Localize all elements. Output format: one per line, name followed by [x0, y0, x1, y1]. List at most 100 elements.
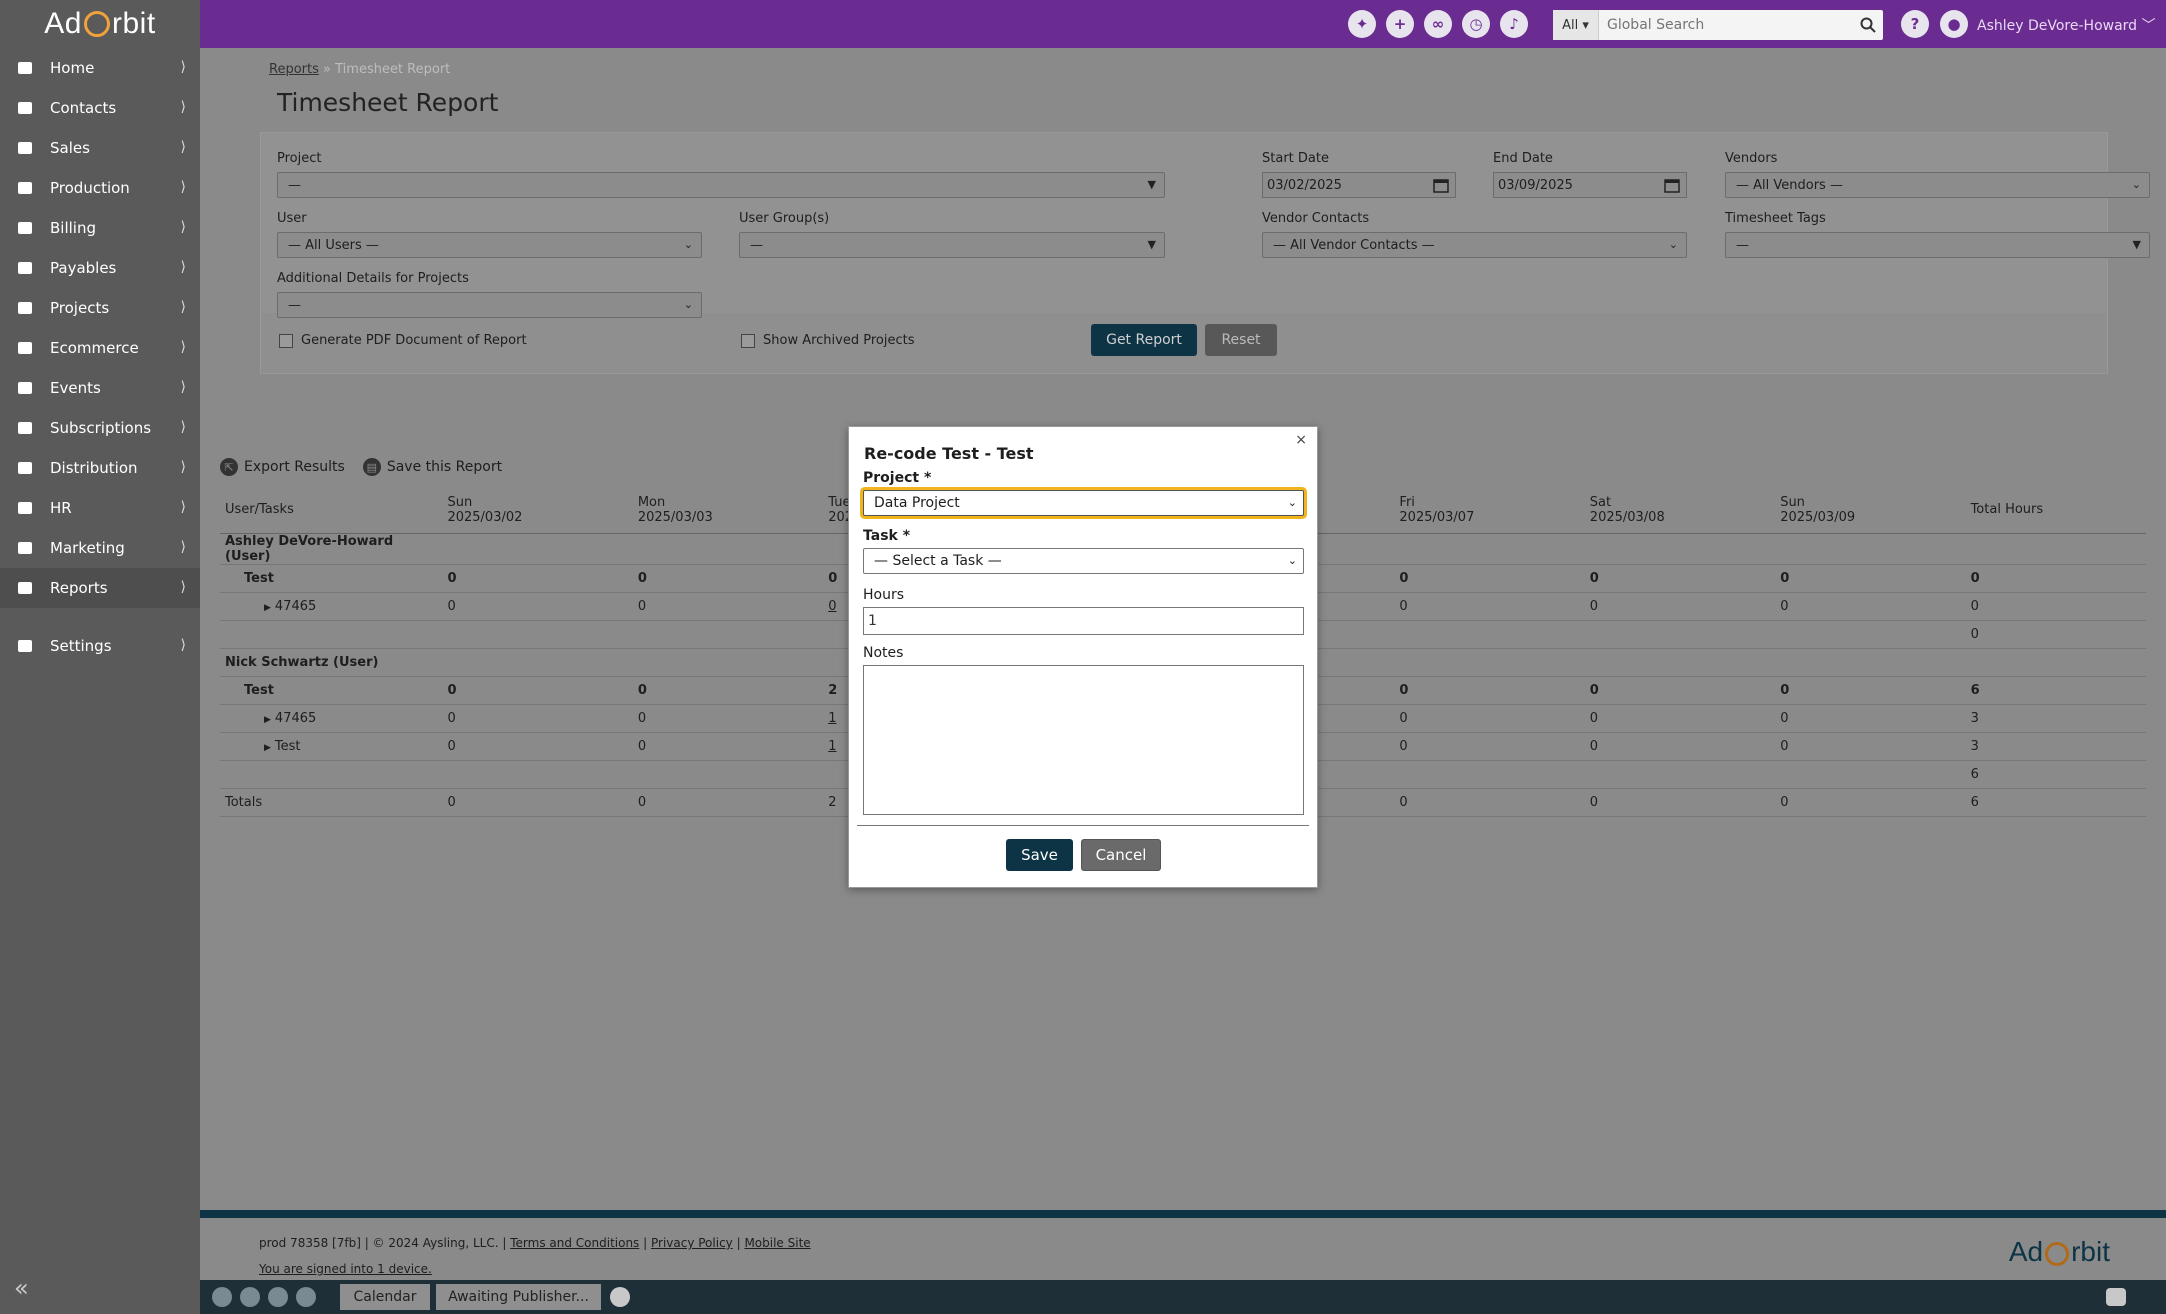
sidebar-item-projects[interactable]: Projects ⟩: [0, 288, 200, 328]
sidebar-item-billing[interactable]: Billing ⟩: [0, 208, 200, 248]
expand-triangle-icon[interactable]: ▶: [264, 603, 271, 613]
pencil-icon[interactable]: [610, 1287, 630, 1307]
modal-project-select[interactable]: Data Project ⌄: [863, 490, 1304, 516]
timesheet-tags-field: Timesheet Tags — ▼: [1725, 211, 2150, 258]
adorbit-logo[interactable]: Ad rbit: [0, 0, 200, 48]
sidebar-item-home[interactable]: Home ⟩: [0, 48, 200, 88]
search-icon[interactable]: [1853, 10, 1883, 40]
save-button[interactable]: Save: [1006, 839, 1073, 871]
footer-build: prod 78358 [7fb] | © 2024 Aysling, LLC. …: [259, 1236, 507, 1250]
calendar-tab[interactable]: Calendar: [340, 1284, 430, 1310]
signed-in-devices-link[interactable]: You are signed into 1 device.: [259, 1262, 432, 1276]
add-icon[interactable]: +: [1386, 10, 1414, 38]
sidebar-item-ecommerce[interactable]: Ecommerce ⟩: [0, 328, 200, 368]
additional-details-label: Additional Details for Projects: [277, 271, 469, 286]
sidebar-item-label: Projects: [50, 299, 110, 317]
export-results-link[interactable]: ⇱ Export Results: [220, 458, 345, 476]
global-search-input[interactable]: [1599, 10, 1853, 40]
project-select[interactable]: — ▼: [277, 172, 1165, 198]
sidebar-item-subscriptions[interactable]: Subscriptions ⟩: [0, 408, 200, 448]
modal-notes-textarea[interactable]: [863, 665, 1304, 815]
generate-pdf-checkbox[interactable]: Generate PDF Document of Report: [279, 333, 527, 348]
bottom-bar: Calendar Awaiting Publisher...: [200, 1280, 2166, 1314]
show-archived-checkbox[interactable]: Show Archived Projects: [741, 333, 915, 348]
expand-triangle-icon[interactable]: ▶: [264, 743, 271, 753]
additional-details-select[interactable]: — ⌄: [277, 292, 702, 318]
help-icon[interactable]: ?: [1901, 10, 1929, 38]
bell-icon[interactable]: ♪: [1500, 10, 1528, 38]
sidebar-item-marketing[interactable]: Marketing ⟩: [0, 528, 200, 568]
user-menu[interactable]: Ashley DeVore-Howard ﹀: [1977, 15, 2156, 35]
calendar-icon[interactable]: [1664, 178, 1680, 197]
expand-triangle-icon[interactable]: ▶: [264, 715, 271, 725]
sidebar-item-label: Reports: [50, 579, 108, 597]
awaiting-publisher-tab[interactable]: Awaiting Publisher...: [436, 1284, 601, 1310]
sidebar-item-distribution[interactable]: Distribution ⟩: [0, 448, 200, 488]
table-cell: ▶ 47465: [220, 704, 443, 733]
chat-icon[interactable]: [268, 1287, 288, 1307]
project-select-value: —: [288, 177, 301, 193]
celebration-icon[interactable]: ✦: [1348, 10, 1376, 38]
column-date: 2025/03/08: [1589, 509, 1665, 525]
mobile-site-link[interactable]: Mobile Site: [744, 1236, 810, 1250]
table-cell: Ashley DeVore-Howard (User): [220, 533, 443, 565]
dropdown-arrow-icon: ⌄: [1668, 238, 1678, 251]
history-icon[interactable]: ◷: [1462, 10, 1490, 38]
avatar-icon[interactable]: ●: [1940, 10, 1968, 38]
sidebar-item-settings[interactable]: Settings ⟩: [0, 626, 200, 666]
clock-icon[interactable]: [212, 1287, 232, 1307]
terms-link[interactable]: Terms and Conditions: [510, 1236, 639, 1250]
breadcrumb-reports-link[interactable]: Reports: [269, 62, 319, 77]
user-icon[interactable]: [296, 1287, 316, 1307]
table-cell: Totals: [220, 788, 443, 817]
calendar-icon[interactable]: [1433, 178, 1449, 197]
chevron-right-icon: ⟩: [180, 99, 186, 115]
table-cell: 0: [1584, 564, 1776, 593]
vendors-label: Vendors: [1725, 151, 1778, 166]
global-search: All ▾: [1553, 10, 1883, 40]
modal-hours-label: Hours: [863, 587, 905, 603]
user-select[interactable]: — All Users — ⌄: [277, 232, 702, 258]
vendor-contacts-select[interactable]: — All Vendor Contacts — ⌄: [1262, 232, 1687, 258]
chevron-right-icon: ⟩: [180, 179, 186, 195]
privacy-link[interactable]: Privacy Policy: [651, 1236, 733, 1250]
sidebar-item-reports[interactable]: Reports ⟩: [0, 568, 200, 608]
reset-button[interactable]: Reset: [1205, 324, 1277, 356]
checkbox-box[interactable]: [741, 333, 755, 348]
checkbox-box[interactable]: [279, 333, 293, 348]
mail-icon[interactable]: [240, 1287, 260, 1307]
hours-link[interactable]: 1: [828, 711, 836, 726]
search-scope-select[interactable]: All ▾: [1553, 10, 1599, 40]
cancel-button[interactable]: Cancel: [1081, 839, 1161, 871]
sidebar-item-hr[interactable]: HR ⟩: [0, 488, 200, 528]
modal-task-select[interactable]: — Select a Task — ⌄: [863, 548, 1304, 574]
user-label: User: [277, 211, 307, 226]
close-icon[interactable]: ×: [1295, 432, 1307, 448]
column-day: Total Hours: [1970, 502, 2044, 518]
hours-link[interactable]: 1: [828, 739, 836, 754]
chevron-right-icon: ⟩: [180, 419, 186, 435]
sidebar-item-events[interactable]: Events ⟩: [0, 368, 200, 408]
table-cell: ▶ Test: [220, 732, 443, 761]
link-icon[interactable]: ∞: [1424, 10, 1452, 38]
end-date-input[interactable]: 03/09/2025: [1493, 172, 1687, 198]
start-date-input[interactable]: 03/02/2025: [1262, 172, 1456, 198]
sidebar-item-contacts[interactable]: Contacts ⟩: [0, 88, 200, 128]
user-groups-select[interactable]: — ▼: [739, 232, 1165, 258]
save-report-link[interactable]: ▤ Save this Report: [362, 458, 502, 476]
sidebar-item-production[interactable]: Production ⟩: [0, 168, 200, 208]
additional-details-select-value: —: [288, 297, 301, 313]
sidebar-item-sales[interactable]: Sales ⟩: [0, 128, 200, 168]
modal-project-value: Data Project: [874, 495, 960, 511]
vendors-select[interactable]: — All Vendors — ⌄: [1725, 172, 2150, 198]
show-archived-label: Show Archived Projects: [763, 333, 915, 348]
sidebar-item-payables[interactable]: Payables ⟩: [0, 248, 200, 288]
top-icons: ✦ + ∞ ◷ ♪: [1348, 10, 1528, 38]
collapse-sidebar-icon[interactable]: «: [14, 1274, 29, 1302]
toggle-icon[interactable]: [2106, 1288, 2126, 1306]
get-report-button[interactable]: Get Report: [1091, 324, 1197, 356]
timesheet-tags-select[interactable]: — ▼: [1725, 232, 2150, 258]
column-date: 2025/03/02: [447, 509, 523, 525]
hours-link[interactable]: 0: [828, 599, 836, 614]
modal-hours-input[interactable]: 1: [863, 607, 1304, 635]
